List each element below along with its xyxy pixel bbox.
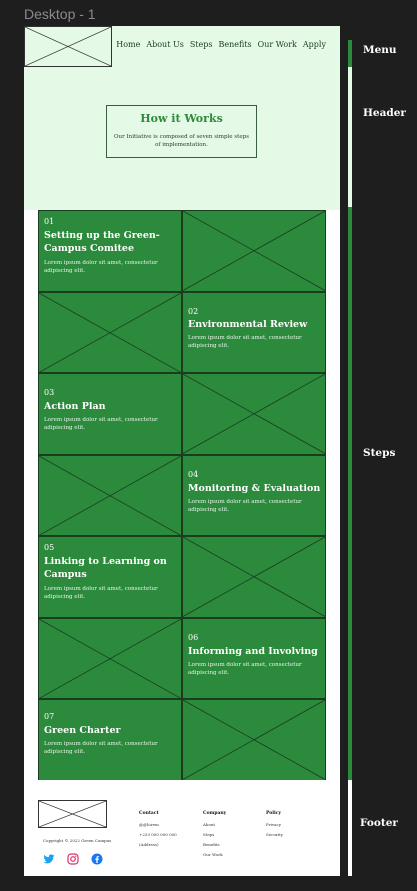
placeholder-cross-icon	[39, 455, 181, 535]
footer-section-bar	[348, 780, 352, 876]
step-card-3[interactable]: 03 Action Plan Lorem ipsum dolor sit ame…	[38, 373, 182, 455]
desktop-artboard: Home About Us Steps Benefits Our Work Ap…	[24, 26, 340, 876]
step-row: 05 Linking to Learning on Campus Lorem i…	[38, 536, 326, 618]
image-placeholder	[38, 454, 182, 536]
hero-title: How it Works	[140, 112, 223, 125]
footer-heading: Company	[203, 811, 227, 816]
steps-grid: 01 Setting up the Green-Campus Comitee L…	[38, 210, 326, 781]
footer-column-policy: Policy Privacy Security	[266, 811, 283, 842]
step-row: 03 Action Plan Lorem ipsum dolor sit ame…	[38, 373, 326, 455]
footer-link[interactable]: About	[203, 822, 226, 827]
hero-box: How it Works Our Initiative is composed …	[106, 105, 257, 158]
step-row: 06 Informing and Involving Lorem ipsum d…	[38, 617, 326, 699]
step-description: Lorem ipsum dolor sit amet, consectetur …	[44, 741, 158, 756]
footer-link[interactable]: +233 000 000 000	[139, 832, 177, 837]
step-card-2[interactable]: 02 Environmental Review Lorem ipsum dolo…	[182, 291, 326, 373]
nav-our-work[interactable]: Our Work	[258, 40, 297, 49]
section-label-header[interactable]: Header	[363, 107, 406, 119]
twitter-icon[interactable]	[43, 850, 55, 864]
footer-link[interactable]: Steps	[203, 832, 226, 837]
placeholder-cross-icon	[183, 537, 325, 617]
nav-apply[interactable]: Apply	[303, 40, 326, 49]
hero-subtitle: Our Initiative is composed of seven simp…	[114, 134, 249, 149]
image-placeholder	[38, 617, 182, 699]
step-number: 05	[44, 543, 55, 552]
step-title: Monitoring & Evaluation	[188, 482, 321, 494]
step-number: 06	[188, 632, 199, 642]
step-row: 01 Setting up the Green-Campus Comitee L…	[38, 210, 326, 292]
image-placeholder	[182, 210, 326, 292]
footer-link[interactable]: Security	[266, 832, 283, 837]
step-description: Lorem ipsum dolor sit amet, consectetur …	[188, 334, 302, 349]
step-number: 02	[188, 306, 199, 316]
placeholder-cross-icon	[39, 292, 181, 372]
placeholder-cross-icon	[183, 211, 325, 291]
header-section-bar	[348, 67, 352, 207]
step-card-6[interactable]: 06 Informing and Involving Lorem ipsum d…	[182, 617, 326, 699]
social-links	[43, 850, 103, 865]
nav-benefits[interactable]: Benefits	[218, 40, 251, 49]
placeholder-cross-icon	[183, 700, 325, 780]
step-title: Linking to Learning on Campus	[44, 556, 167, 581]
footer-logo-placeholder[interactable]	[38, 800, 107, 828]
footer-column-company: Company About Steps Benefits Our Work	[203, 811, 226, 862]
step-card-1[interactable]: 01 Setting up the Green-Campus Comitee L…	[38, 210, 182, 292]
step-title: Environmental Review	[188, 318, 308, 330]
step-title: Setting up the Green-Campus Comitee	[44, 230, 160, 255]
footer-heading: Policy	[266, 811, 282, 816]
section-label-steps[interactable]: Steps	[363, 447, 395, 459]
step-number: 04	[188, 469, 199, 479]
logo-placeholder[interactable]	[24, 26, 112, 67]
placeholder-cross-icon	[183, 374, 325, 454]
facebook-icon[interactable]	[91, 850, 103, 865]
step-description: Lorem ipsum dolor sit amet, consectetur …	[44, 260, 158, 275]
step-description: Lorem ipsum dolor sit amet, consectetur …	[188, 661, 302, 676]
section-label-menu[interactable]: Menu	[363, 44, 397, 56]
image-placeholder	[182, 373, 326, 455]
image-placeholder	[182, 536, 326, 618]
step-number: 03	[44, 388, 55, 397]
steps-section-bar	[348, 207, 352, 780]
step-description: Lorem ipsum dolor sit amet, consectetur …	[188, 498, 302, 513]
step-title: Informing and Involving	[188, 645, 318, 657]
frame-label: Desktop - 1	[24, 6, 96, 22]
step-row: 02 Environmental Review Lorem ipsum dolo…	[38, 291, 326, 373]
step-description: Lorem ipsum dolor sit amet, consectetur …	[44, 417, 158, 432]
nav-about-us[interactable]: About Us	[146, 40, 183, 49]
step-title: Green Charter	[44, 725, 121, 736]
step-description: Lorem ipsum dolor sit amet, consectetur …	[44, 586, 158, 601]
section-label-footer[interactable]: Footer	[360, 817, 398, 829]
placeholder-cross-icon	[25, 27, 111, 66]
step-card-4[interactable]: 04 Monitoring & Evaluation Lorem ipsum d…	[182, 454, 326, 536]
nav-home[interactable]: Home	[116, 40, 140, 49]
footer-link[interactable]: @@lorem	[139, 822, 177, 827]
step-card-5[interactable]: 05 Linking to Learning on Campus Lorem i…	[38, 536, 182, 618]
main-nav: Home About Us Steps Benefits Our Work Ap…	[116, 40, 326, 49]
image-placeholder	[182, 699, 326, 781]
placeholder-cross-icon	[38, 800, 107, 828]
image-placeholder	[38, 291, 182, 373]
nav-steps[interactable]: Steps	[190, 40, 213, 49]
menu-section-bar	[348, 40, 352, 67]
footer-link[interactable]: Benefits	[203, 842, 226, 847]
footer-link[interactable]: Our Work	[203, 852, 226, 857]
instagram-icon[interactable]	[67, 850, 79, 865]
copyright-text: Copyright © 2022 Green Campus	[43, 838, 112, 843]
step-number: 07	[44, 712, 55, 721]
footer-link[interactable]: (Address)	[139, 842, 177, 847]
footer-link[interactable]: Privacy	[266, 822, 283, 827]
step-row: 07 Green Charter Lorem ipsum dolor sit a…	[38, 699, 326, 781]
footer-column-contact: Contact @@lorem +233 000 000 000 (Addres…	[139, 811, 177, 852]
step-number: 01	[44, 217, 55, 226]
footer-heading: Contact	[139, 811, 159, 816]
step-row: 04 Monitoring & Evaluation Lorem ipsum d…	[38, 454, 326, 536]
header-section: Home About Us Steps Benefits Our Work Ap…	[24, 26, 340, 210]
footer-section: Copyright © 2022 Green Campus Contact @@…	[24, 780, 340, 876]
step-card-7[interactable]: 07 Green Charter Lorem ipsum dolor sit a…	[38, 699, 182, 781]
step-title: Action Plan	[44, 401, 106, 412]
placeholder-cross-icon	[39, 618, 181, 698]
